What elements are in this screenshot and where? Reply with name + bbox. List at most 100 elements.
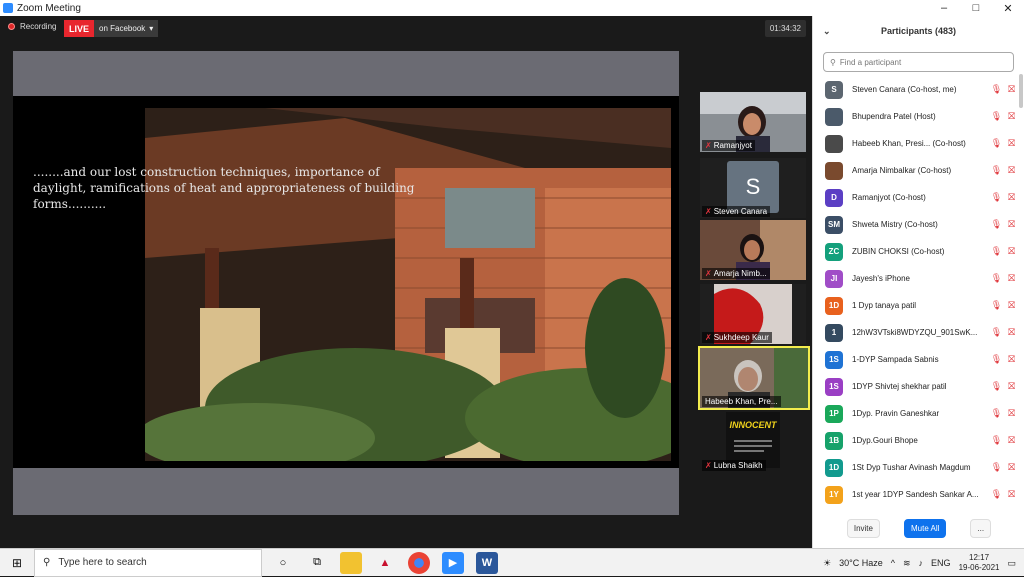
video-off-icon: ⛝ — [1008, 192, 1015, 202]
participant-status-icons: 🎙 ⛝ — [991, 111, 1015, 122]
mic-muted-icon[interactable]: 🎙 — [991, 273, 1002, 284]
slide-caption: ........and our lost construction techni… — [33, 165, 415, 211]
taskbar-search-input[interactable]: Type here to search — [58, 557, 146, 568]
close-button[interactable]: ✕ — [992, 0, 1024, 16]
video-off-icon: ⛝ — [1008, 273, 1015, 283]
participant-row[interactable]: JI Jayesh's iPhone 🎙 ⛝ — [813, 265, 1019, 292]
taskbar-search[interactable]: ⚲ Type here to search — [34, 548, 262, 577]
wifi-icon[interactable]: ≋ — [903, 558, 911, 569]
participant-status-icons: 🎙 ⛝ — [991, 300, 1015, 311]
participant-name: Amarja Nimbalkar (Co-host) — [852, 166, 952, 175]
mic-muted-icon[interactable]: 🎙 — [991, 354, 1002, 365]
poster-text: INNOCENT — [729, 420, 777, 430]
video-tile-amarja[interactable]: ✗ Amarja Nimb... — [700, 220, 806, 280]
participant-row[interactable]: Bhupendra Patel (Host) 🎙 ⛝ — [813, 103, 1019, 130]
system-clock[interactable]: 12:17 19-06-2021 — [959, 553, 1000, 573]
file-explorer-icon[interactable] — [340, 551, 362, 574]
participant-status-icons: 🎙 ⛝ — [991, 489, 1015, 500]
video-tile-habeeb-khan[interactable]: Habeeb Khan, Pre... — [698, 346, 810, 410]
video-off-icon: ⛝ — [1008, 111, 1015, 121]
participant-name: ZUBIN CHOKSI (Co-host) — [852, 247, 945, 256]
tray-chevron-icon[interactable]: ^ — [891, 558, 895, 568]
participant-row[interactable]: Habeeb Khan, Presi... (Co-host) 🎙 ⛝ — [813, 130, 1019, 157]
mic-muted-icon[interactable]: 🎙 — [991, 489, 1002, 500]
participant-status-icons: 🎙 ⛝ — [991, 327, 1015, 338]
window-title: Zoom Meeting — [17, 2, 81, 14]
mic-muted-icon[interactable]: 🎙 — [991, 165, 1002, 176]
mic-muted-icon[interactable]: 🎙 — [991, 246, 1002, 257]
weather-text[interactable]: 30°C Haze — [839, 558, 883, 568]
app-red-icon[interactable]: ▲ — [374, 552, 396, 574]
window-controls: – □ ✕ — [928, 0, 1024, 16]
participant-status-icons: 🎙 ⛝ — [991, 84, 1015, 95]
mic-muted-icon[interactable]: 🎙 — [991, 408, 1002, 419]
maximize-button[interactable]: □ — [960, 0, 992, 16]
avatar: S — [825, 80, 843, 99]
video-tile-steven-canara[interactable]: S ✗ Steven Canara — [700, 158, 806, 218]
tile-name: Steven Canara — [713, 207, 768, 216]
recording-label: Recording — [20, 22, 57, 31]
participant-search[interactable]: ⚲ Find a participant — [823, 52, 1014, 72]
participant-row[interactable]: 1S 1DYP Shivtej shekhar patil 🎙 ⛝ — [813, 373, 1019, 400]
participant-row[interactable]: 1P 1Dyp. Pravin Ganeshkar 🎙 ⛝ — [813, 400, 1019, 427]
mic-muted-icon[interactable]: 🎙 — [991, 138, 1002, 149]
mic-muted-icon[interactable]: 🎙 — [991, 111, 1002, 122]
notification-icon[interactable]: ▭ — [1007, 558, 1016, 569]
word-icon[interactable]: W — [476, 551, 498, 574]
participant-status-icons: 🎙 ⛝ — [991, 462, 1015, 473]
participant-row[interactable]: SM Shweta Mistry (Co-host) 🎙 ⛝ — [813, 211, 1019, 238]
mic-muted-icon[interactable]: 🎙 — [991, 192, 1002, 203]
cortana-icon[interactable]: ○ — [272, 552, 294, 574]
participant-row[interactable]: 1B 1Dyp.Gouri Bhope 🎙 ⛝ — [813, 427, 1019, 454]
chrome-icon[interactable] — [408, 551, 430, 574]
recording-indicator[interactable]: Recording — [8, 22, 56, 31]
participant-row[interactable]: D Ramanjyot (Co-host) 🎙 ⛝ — [813, 184, 1019, 211]
video-tile-sukhdeep[interactable]: ✗ Sukhdeep Kaur — [700, 284, 806, 344]
chevron-down-icon[interactable]: ⌄ — [823, 26, 831, 37]
task-view-icon[interactable]: ⧉ — [306, 552, 328, 574]
zoom-taskbar-icon[interactable]: ▶ — [442, 551, 464, 574]
participant-name: 1-DYP Sampada Sabnis — [852, 355, 939, 364]
scrollbar[interactable] — [1019, 74, 1023, 108]
live-stream-indicator[interactable]: LIVE on Facebook ▾ — [64, 20, 159, 37]
avatar — [825, 161, 843, 180]
video-off-icon: ⛝ — [1008, 246, 1015, 256]
participant-row[interactable]: Amarja Nimbalkar (Co-host) 🎙 ⛝ — [813, 157, 1019, 184]
live-target-label: on Facebook — [99, 24, 146, 33]
volume-icon[interactable]: ♪ — [919, 558, 924, 568]
video-tile-ramanjyot[interactable]: ✗ Ramanjyot — [700, 92, 806, 152]
search-icon: ⚲ — [830, 57, 836, 67]
mute-all-button[interactable]: Mute All — [903, 519, 947, 538]
participant-status-icons: 🎙 ⛝ — [991, 273, 1015, 284]
participant-row[interactable]: 1S 1-DYP Sampada Sabnis 🎙 ⛝ — [813, 346, 1019, 373]
participant-row[interactable]: S Steven Canara (Co-host, me) 🎙 ⛝ — [813, 76, 1019, 103]
participant-row[interactable]: ZC ZUBIN CHOKSI (Co-host) 🎙 ⛝ — [813, 238, 1019, 265]
participant-name: 12hW3VTski8WDYZQU_901SwK... — [852, 328, 978, 337]
search-input[interactable]: Find a participant — [840, 58, 901, 67]
invite-button[interactable]: Invite — [846, 519, 880, 538]
live-target[interactable]: on Facebook ▾ — [94, 20, 159, 37]
tile-label: ✗ Lubna Shaikh — [702, 460, 766, 471]
video-tile-lubna[interactable]: INNOCENT ✗ Lubna Shaikh — [700, 412, 806, 472]
mic-muted-icon[interactable]: 🎙 — [991, 327, 1002, 338]
participant-row[interactable]: 1D 1St Dyp Tushar Avinash Magdum 🎙 ⛝ — [813, 454, 1019, 481]
mic-muted-icon[interactable]: 🎙 — [991, 300, 1002, 311]
mic-muted-icon[interactable]: 🎙 — [991, 462, 1002, 473]
participant-row[interactable]: 1 12hW3VTski8WDYZQU_901SwK... 🎙 ⛝ — [813, 319, 1019, 346]
more-button[interactable]: ... — [970, 519, 992, 538]
video-off-icon: ⛝ — [1008, 489, 1015, 499]
mic-muted-icon[interactable]: 🎙 — [991, 381, 1002, 392]
windows-start-icon[interactable]: ⊞ — [0, 556, 34, 570]
participant-status-icons: 🎙 ⛝ — [991, 354, 1015, 365]
mic-muted-icon[interactable]: 🎙 — [991, 84, 1002, 95]
minimize-button[interactable]: – — [928, 0, 960, 16]
language-indicator[interactable]: ENG — [931, 558, 951, 568]
slide-photo — [145, 108, 671, 461]
tile-label: ✗ Amarja Nimb... — [702, 268, 770, 279]
participant-row[interactable]: 1D 1 Dyp tanaya patil 🎙 ⛝ — [813, 292, 1019, 319]
participant-name: Bhupendra Patel (Host) — [852, 112, 936, 121]
participant-name: Ramanjyot (Co-host) — [852, 193, 926, 202]
participant-row[interactable]: 1Y 1st year 1DYP Sandesh Sankar A... 🎙 ⛝ — [813, 481, 1019, 508]
mic-muted-icon[interactable]: 🎙 — [991, 219, 1002, 230]
mic-muted-icon[interactable]: 🎙 — [991, 435, 1002, 446]
